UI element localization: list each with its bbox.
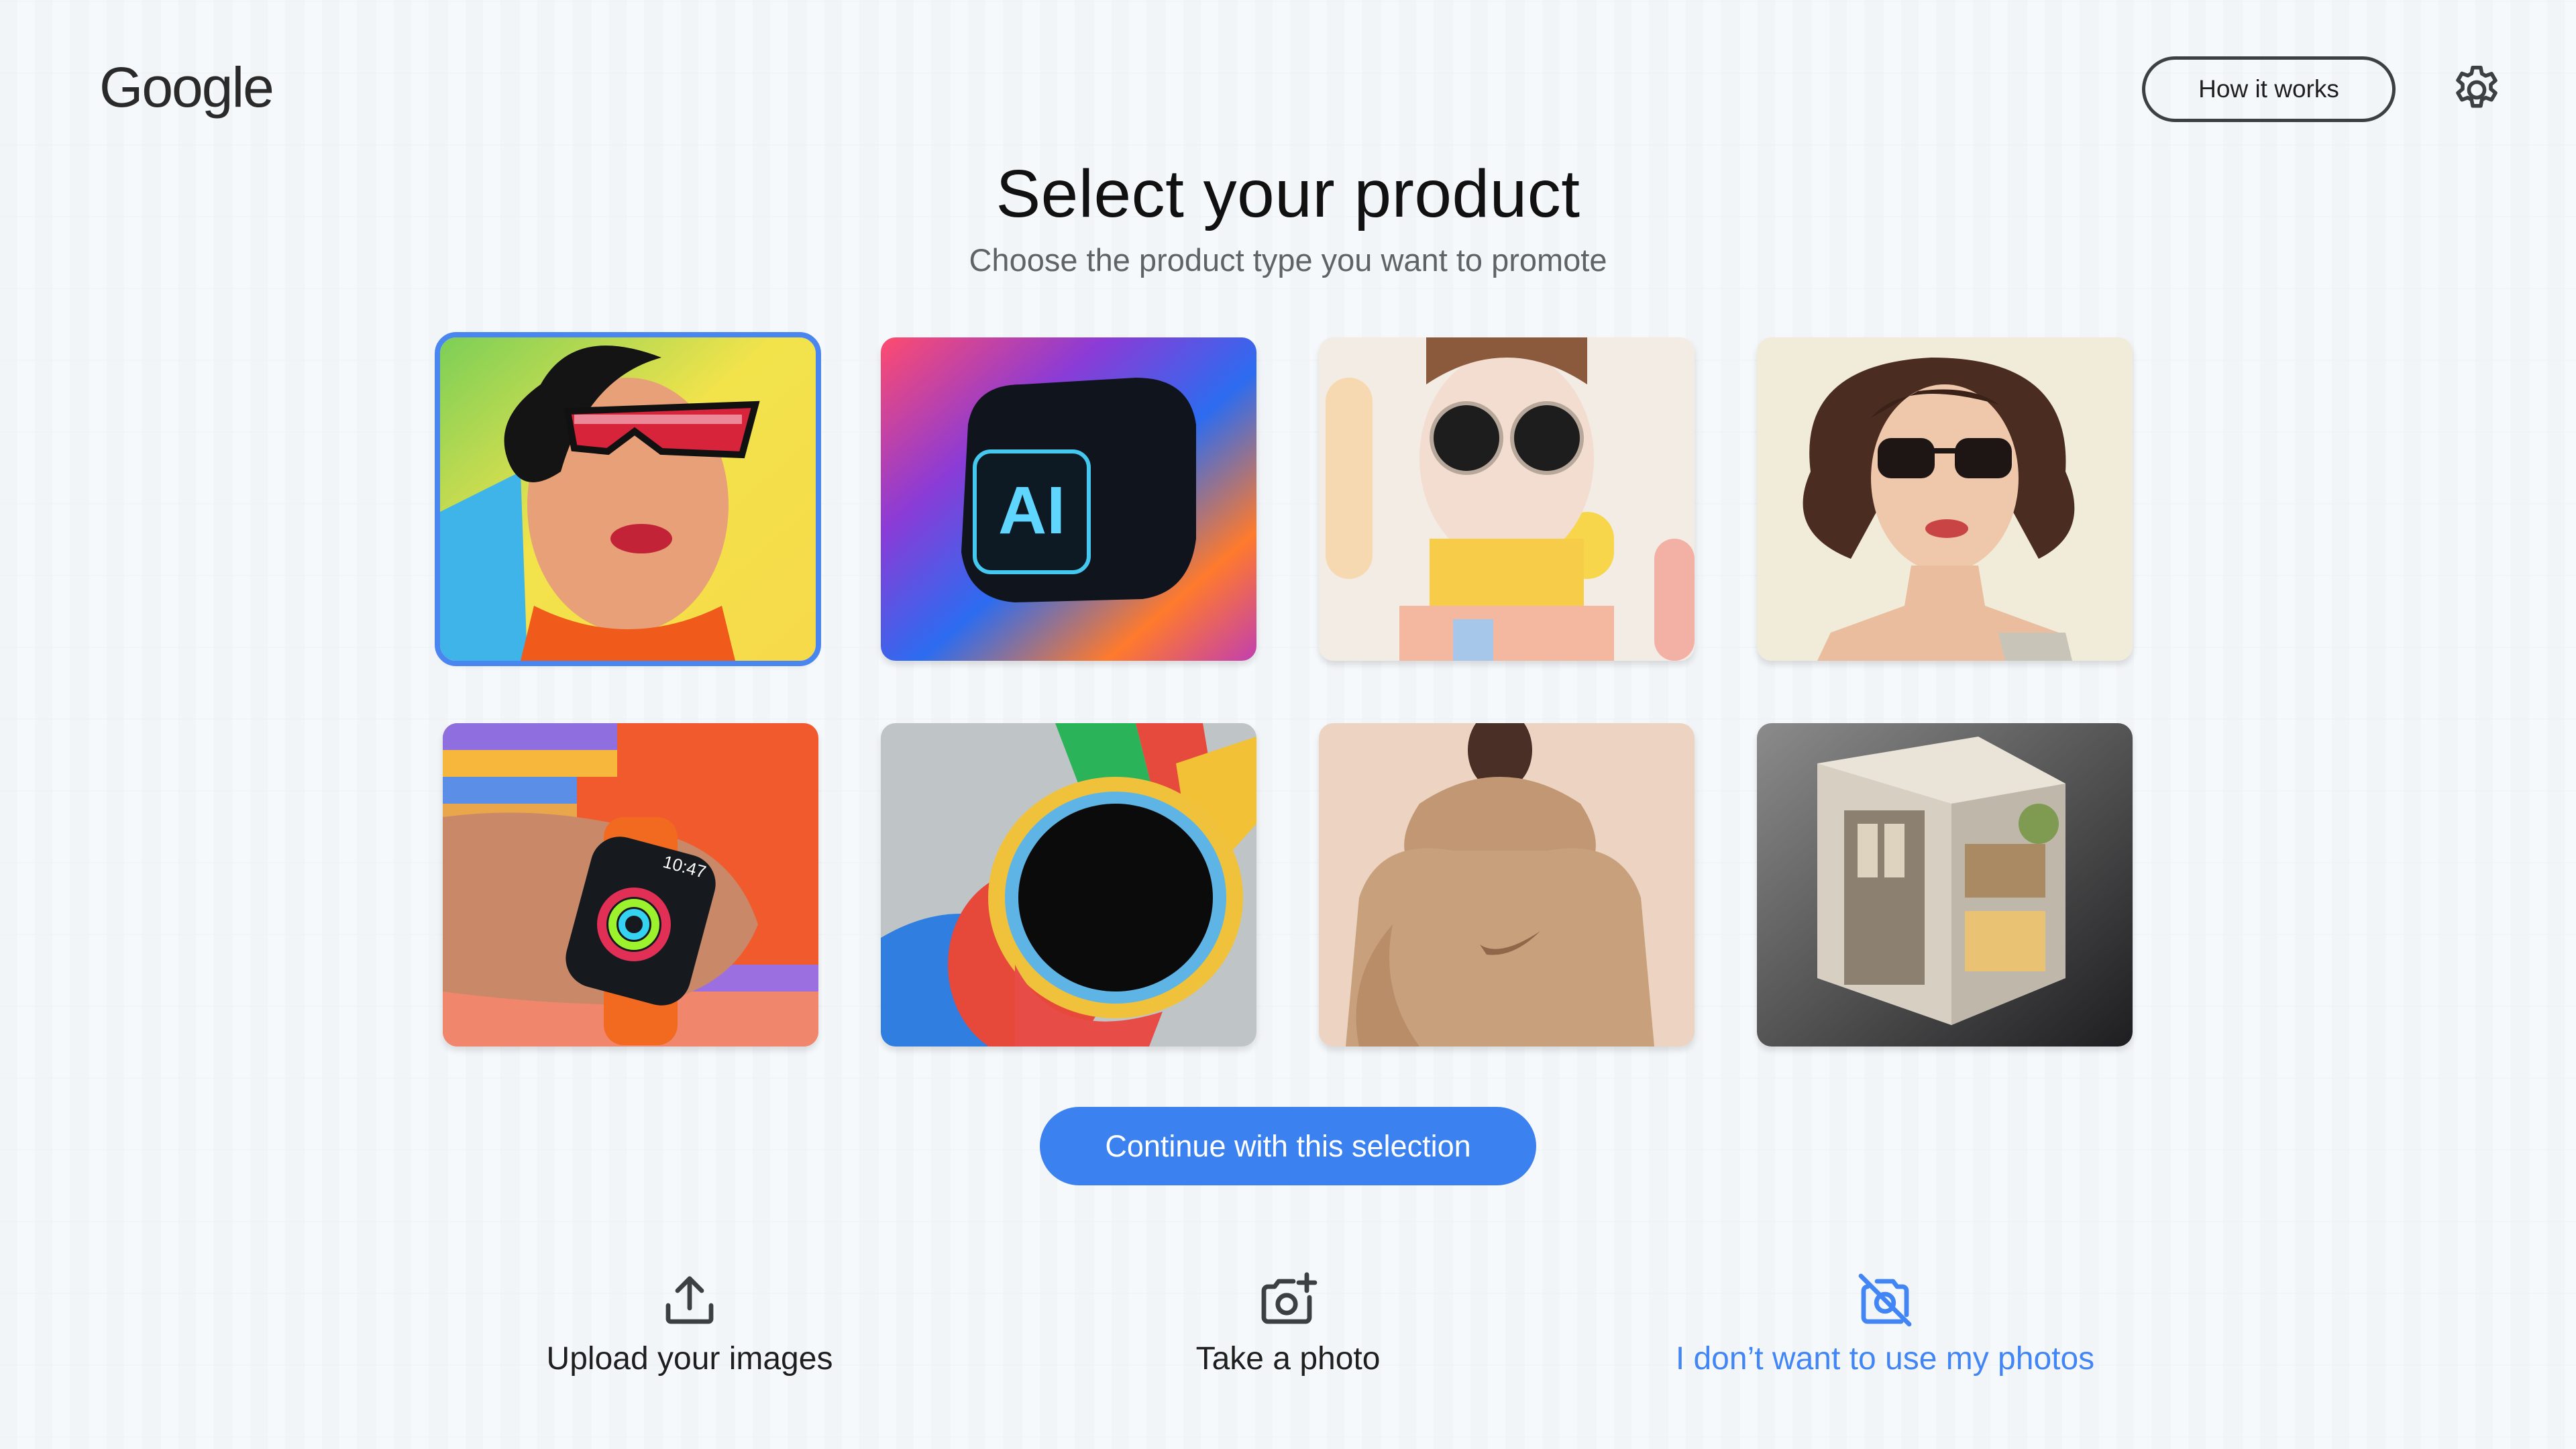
- page-subtitle: Choose the product type you want to prom…: [969, 242, 1607, 278]
- upload-images-label: Upload your images: [546, 1341, 833, 1377]
- woman-sunglasses-illustration-image: [1757, 337, 2133, 661]
- round-sunglasses-figure-image: [1319, 337, 1695, 661]
- no-photos-label: I don’t want to use my photos: [1675, 1341, 2095, 1377]
- how-it-works-button[interactable]: How it works: [2142, 56, 2396, 122]
- product-card-sunglasses-woman[interactable]: [435, 332, 821, 666]
- isometric-house-image: [1757, 723, 2133, 1046]
- colorful-watch-image: [881, 723, 1256, 1046]
- product-card-isometric-house[interactable]: [1757, 723, 2133, 1046]
- page-title: Select your product: [996, 156, 1580, 231]
- upload-images-option[interactable]: Upload your images: [435, 1268, 945, 1377]
- ai-cube-text: AI: [998, 473, 1065, 548]
- product-card-hoodie[interactable]: [1319, 723, 1695, 1046]
- camera-plus-icon: [1261, 1272, 1318, 1324]
- product-card-ai-cube[interactable]: AI: [881, 337, 1256, 661]
- google-logo: Google: [99, 56, 274, 119]
- gear-icon[interactable]: [2449, 62, 2505, 118]
- woman-red-sunglasses-image: [440, 337, 816, 661]
- smartwatch-wrist-image: 10:47: [443, 723, 818, 1046]
- product-card-round-sunglasses[interactable]: [1319, 337, 1695, 661]
- ai-cube-image: AI: [881, 337, 1256, 661]
- camera-off-icon: [1858, 1273, 1912, 1327]
- product-card-colorful-watch[interactable]: [881, 723, 1256, 1046]
- continue-button[interactable]: Continue with this selection: [1040, 1107, 1536, 1185]
- hoodie-model-image: [1319, 723, 1695, 1046]
- take-photo-label: Take a photo: [1195, 1341, 1381, 1377]
- product-card-smartwatch[interactable]: 10:47: [443, 723, 818, 1046]
- no-photos-option[interactable]: I don’t want to use my photos: [1630, 1268, 2140, 1377]
- product-card-sunglasses-illustration[interactable]: [1757, 337, 2133, 661]
- take-photo-option[interactable]: Take a photo: [1033, 1268, 1543, 1377]
- upload-icon: [665, 1276, 714, 1324]
